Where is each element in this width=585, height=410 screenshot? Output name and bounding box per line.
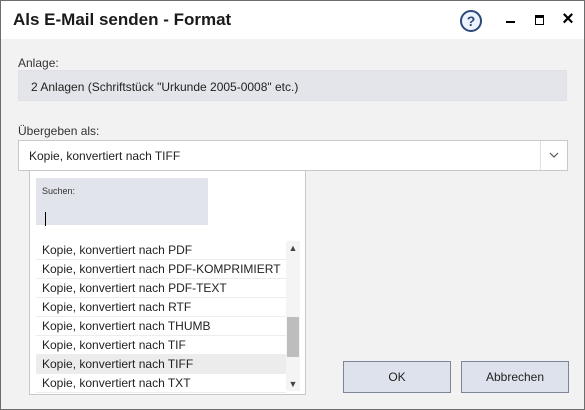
scrollbar[interactable]: ▲ ▼ xyxy=(286,241,300,391)
anlage-label: Anlage: xyxy=(18,56,59,70)
window-title: Als E-Mail senden - Format xyxy=(13,10,232,29)
format-dropdown-list: Suchen: Kopie, konvertiert nach PDF Kopie… xyxy=(29,170,306,395)
uebergeben-label: Übergeben als: xyxy=(18,124,100,138)
minimize-button[interactable] xyxy=(499,9,523,31)
cancel-button[interactable]: Abbrechen xyxy=(461,361,569,393)
list-item[interactable]: Kopie, konvertiert nach RTF xyxy=(36,298,286,317)
option-list: Kopie, konvertiert nach PDF Kopie, konver… xyxy=(36,241,286,393)
list-item[interactable]: Kopie, konvertiert nach THUMB xyxy=(36,317,286,336)
scrollbar-thumb[interactable] xyxy=(287,316,299,357)
list-item[interactable]: Kopie, konvertiert nach PDF xyxy=(36,241,286,260)
format-combobox[interactable]: Kopie, konvertiert nach TIFF xyxy=(18,140,568,171)
list-item[interactable]: Kopie, konvertiert nach PDF-TEXT xyxy=(36,279,286,298)
search-input[interactable] xyxy=(42,202,206,222)
scroll-up-icon[interactable]: ▲ xyxy=(286,241,300,255)
format-selected-value: Kopie, konvertiert nach TIFF xyxy=(29,149,181,163)
search-area: Suchen: xyxy=(36,178,208,226)
ok-button[interactable]: OK xyxy=(343,361,451,393)
dialog-window: Als E-Mail senden - Format ? × Anlage: 2… xyxy=(0,0,585,410)
scroll-down-icon[interactable]: ▼ xyxy=(286,377,300,391)
dropdown-toggle[interactable] xyxy=(540,141,567,170)
close-button[interactable]: × xyxy=(556,9,580,31)
text-cursor xyxy=(45,212,46,226)
list-item[interactable]: Kopie, konvertiert nach PDF-KOMPRIMIERT xyxy=(36,260,286,279)
list-item[interactable]: Kopie, konvertiert nach TIFF xyxy=(36,355,286,374)
help-icon[interactable]: ? xyxy=(460,10,482,32)
search-label: Suchen: xyxy=(42,186,76,196)
chevron-down-icon xyxy=(549,152,559,158)
list-item[interactable]: Kopie, konvertiert nach TXT xyxy=(36,374,286,393)
anlage-value: 2 Anlagen (Schriftstück "Urkunde 2005-00… xyxy=(31,80,299,94)
maximize-button[interactable] xyxy=(528,9,552,31)
anlage-field: 2 Anlagen (Schriftstück "Urkunde 2005-00… xyxy=(18,70,567,101)
title-bar: Als E-Mail senden - Format ? × xyxy=(1,1,584,39)
list-item[interactable]: Kopie, konvertiert nach TIF xyxy=(36,336,286,355)
